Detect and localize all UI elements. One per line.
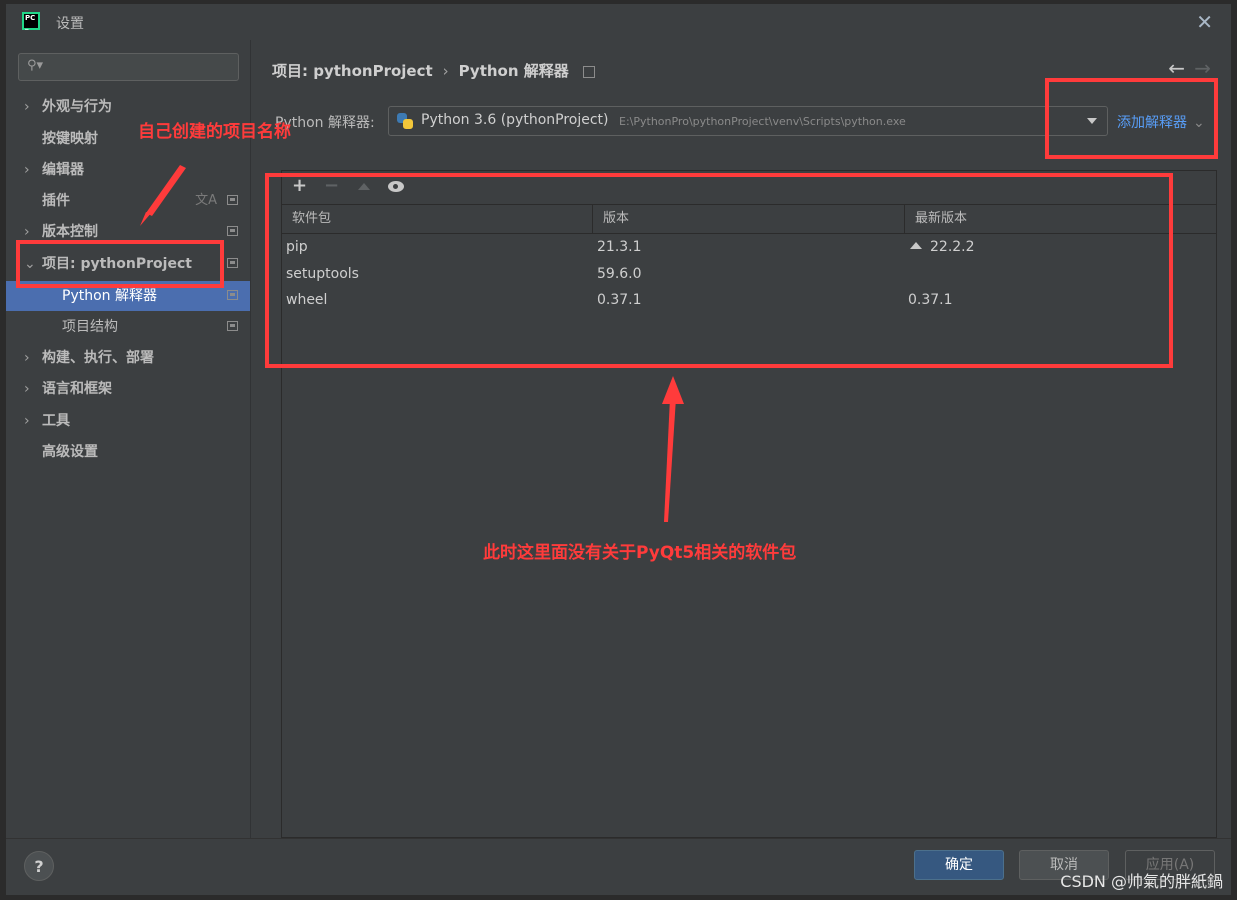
annotation-arrow-packages — [664, 398, 676, 522]
annotation-arrowhead-packages — [662, 376, 684, 404]
annotation-project-name-note: 自己创建的项目名称 — [138, 122, 291, 142]
annotation-arrow-project — [146, 165, 186, 216]
watermark: CSDN @帅氣的胖紙鍋 — [1060, 872, 1223, 891]
annotation-packages-note: 此时这里面没有关于PyQt5相关的软件包 — [483, 543, 797, 563]
